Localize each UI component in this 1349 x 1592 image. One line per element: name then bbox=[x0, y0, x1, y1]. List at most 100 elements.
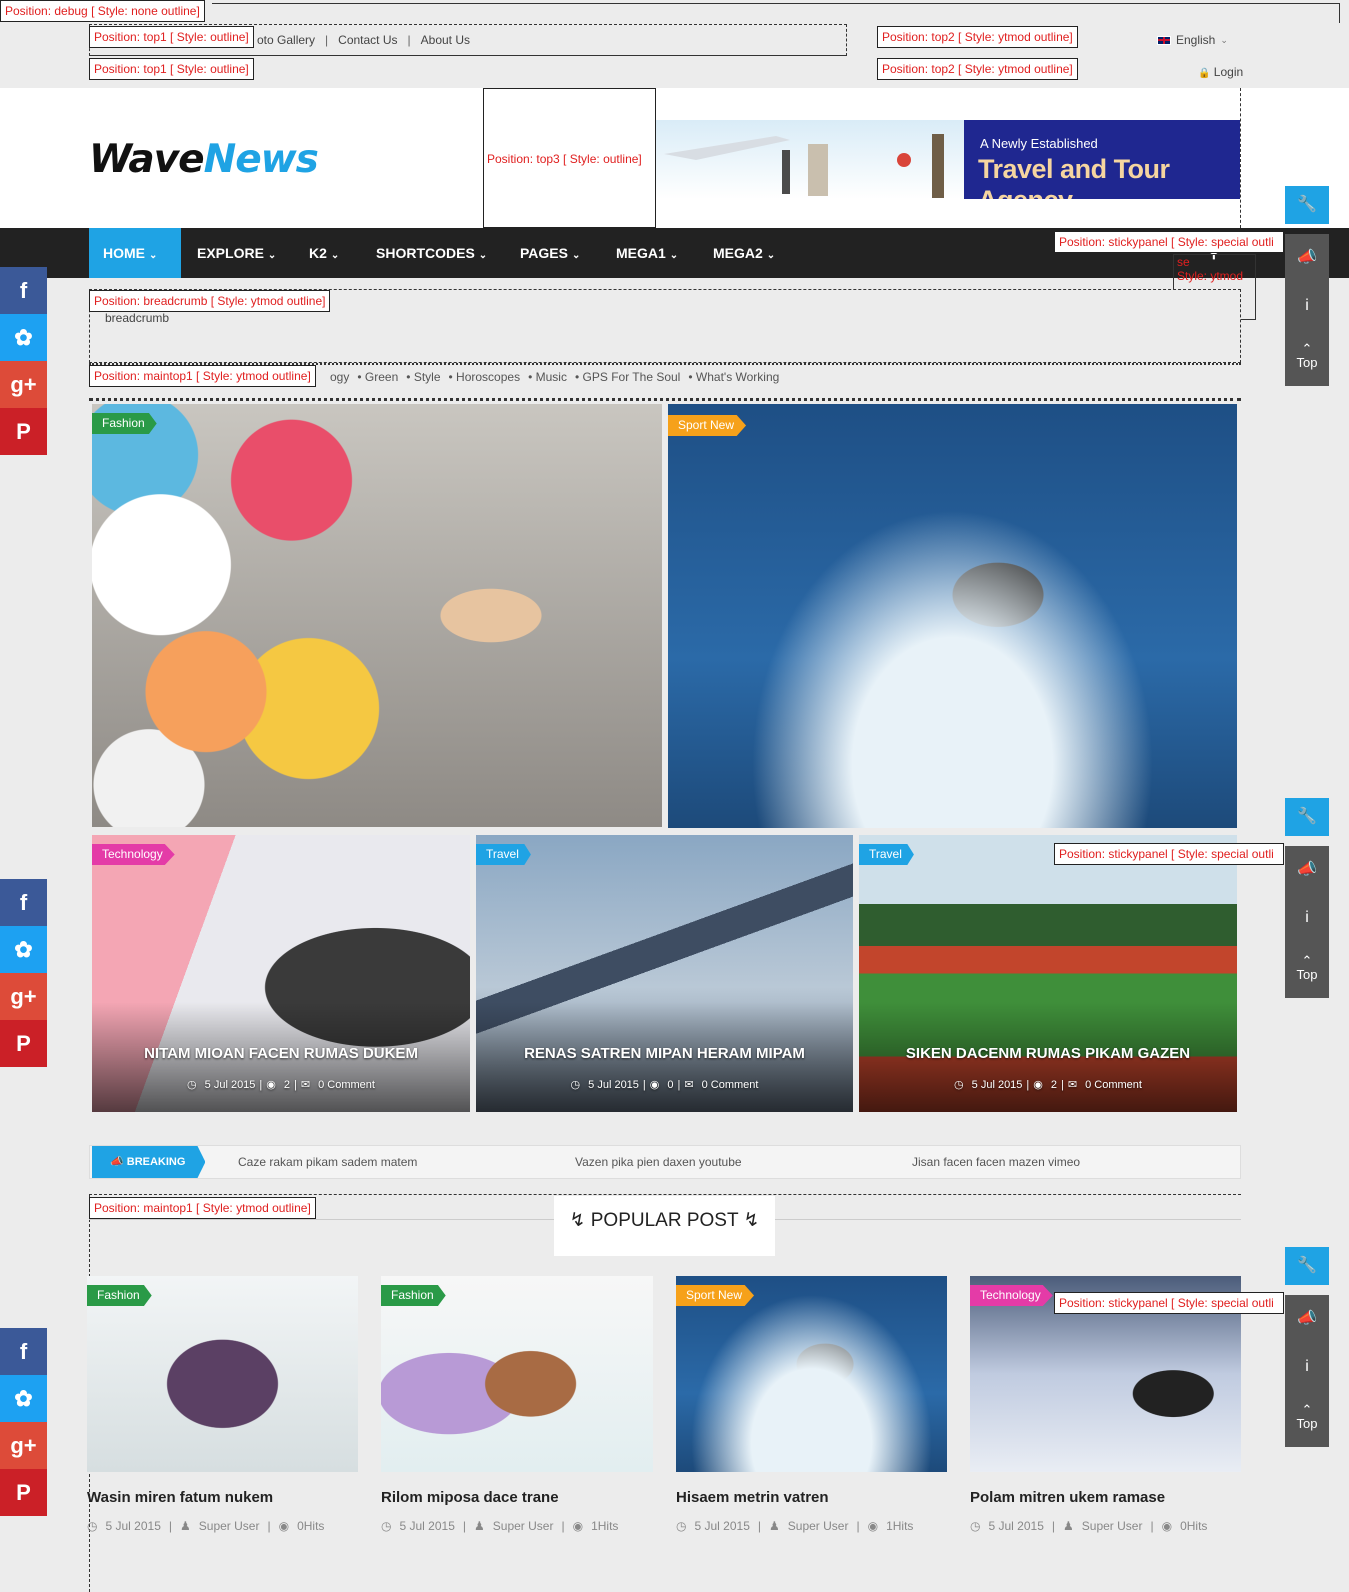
top-link-contact[interactable]: Contact Us bbox=[338, 33, 397, 47]
wrench-icon[interactable]: 🔧 bbox=[1285, 798, 1329, 836]
nav-k2[interactable]: K2 ⌄ bbox=[309, 228, 339, 278]
category-badge[interactable]: Sport New bbox=[668, 415, 747, 436]
featured-image-fashion[interactable] bbox=[92, 404, 662, 827]
nav-shortcodes[interactable]: SHORTCODES ⌄ bbox=[376, 228, 487, 278]
twitter-icon[interactable]: ✿ bbox=[0, 314, 47, 361]
ad-banner[interactable]: A Newly Established Travel and Tour Agen… bbox=[656, 120, 1240, 199]
pinterest-icon[interactable]: P bbox=[0, 1020, 47, 1067]
nav-pages[interactable]: PAGES ⌄ bbox=[520, 228, 580, 278]
card-views: 0 bbox=[667, 1079, 674, 1091]
tag-item[interactable]: • Music bbox=[528, 370, 567, 384]
debug-outline bbox=[212, 3, 1340, 23]
category-badge[interactable]: Travel bbox=[476, 844, 531, 865]
category-badge[interactable]: Fashion bbox=[381, 1285, 446, 1306]
facebook-icon[interactable]: f bbox=[0, 267, 47, 314]
chevron-down-icon: ⌄ bbox=[1220, 34, 1228, 45]
back-to-top-button[interactable]: ⌃ Top bbox=[1285, 330, 1329, 386]
category-badge[interactable]: Fashion bbox=[87, 1285, 152, 1306]
pinterest-icon[interactable]: P bbox=[0, 1469, 47, 1516]
info-icon[interactable]: i bbox=[1285, 282, 1329, 330]
top-link-about[interactable]: About Us bbox=[421, 33, 470, 47]
card-comments: 0 Comment bbox=[701, 1079, 759, 1091]
megaphone-icon[interactable]: 📣 bbox=[1285, 1295, 1329, 1343]
nav-pages-label: PAGES bbox=[520, 245, 568, 261]
tag-item[interactable]: • What's Working bbox=[688, 370, 779, 384]
post-author[interactable]: Super User bbox=[788, 1519, 849, 1533]
category-badge[interactable]: Technology bbox=[92, 844, 175, 865]
nav-explore-label: EXPLORE bbox=[197, 245, 264, 261]
category-badge[interactable]: Technology bbox=[970, 1285, 1053, 1306]
post-hits: 0Hits bbox=[1180, 1519, 1208, 1533]
google-plus-icon[interactable]: g+ bbox=[0, 1422, 47, 1469]
breaking-label-text: BREAKING bbox=[126, 1156, 186, 1168]
tag-item[interactable]: • Horoscopes bbox=[449, 370, 521, 384]
back-to-top-button[interactable]: ⌃ Top bbox=[1285, 1391, 1329, 1447]
featured-card[interactable]: RENAS SATREN MIPAN HERAM MIPAM ◷ 5 Jul 20… bbox=[476, 835, 853, 1112]
nav-k2-label: K2 bbox=[309, 245, 327, 261]
card-title[interactable]: RENAS SATREN MIPAN HERAM MIPAM bbox=[476, 1045, 853, 1062]
search-label-frag: se bbox=[1177, 255, 1190, 269]
post-author[interactable]: Super User bbox=[1082, 1519, 1143, 1533]
popular-post-title[interactable]: Wasin miren fatum nukem bbox=[87, 1489, 273, 1506]
bolt-icon: ↯ bbox=[743, 1210, 760, 1231]
logo-part2: News bbox=[203, 137, 319, 182]
tag-item[interactable]: ogy bbox=[330, 370, 349, 384]
category-badge[interactable]: Fashion bbox=[92, 413, 157, 434]
eye-icon: ◉ bbox=[867, 1519, 879, 1533]
info-icon[interactable]: i bbox=[1285, 1343, 1329, 1391]
card-title[interactable]: SIKEN DACENM RUMAS PIKAM GAZEN bbox=[859, 1045, 1237, 1062]
tag-item[interactable]: • Green bbox=[357, 370, 398, 384]
card-title[interactable]: NITAM MIOAN FACEN RUMAS DUKEM bbox=[92, 1045, 470, 1062]
tag-item[interactable]: • Style bbox=[406, 370, 440, 384]
sticky-panel: 🔧 📣 i ⌃ Top bbox=[1285, 798, 1329, 998]
info-icon[interactable]: i bbox=[1285, 894, 1329, 942]
nav-home[interactable]: HOME ⌄ bbox=[89, 228, 181, 278]
pinterest-icon[interactable]: P bbox=[0, 408, 47, 455]
category-badge[interactable]: Travel bbox=[859, 844, 914, 865]
google-plus-icon[interactable]: g+ bbox=[0, 973, 47, 1020]
nav-mega1-label: MEGA1 bbox=[616, 245, 666, 261]
popular-post-title[interactable]: Hisaem metrin vatren bbox=[676, 1489, 829, 1506]
top-link-gallery[interactable]: oto Gallery bbox=[257, 33, 315, 47]
nav-mega1[interactable]: MEGA1 ⌄ bbox=[616, 228, 678, 278]
stickypanel-position-label: Position: stickypanel [ Style: special o… bbox=[1054, 1292, 1284, 1314]
google-plus-icon[interactable]: g+ bbox=[0, 361, 47, 408]
lock-icon: 🔒 bbox=[1198, 68, 1211, 79]
back-to-top-button[interactable]: ⌃ Top bbox=[1285, 942, 1329, 998]
wrench-icon[interactable]: 🔧 bbox=[1285, 186, 1329, 224]
chevron-up-icon: ⌃ bbox=[1301, 1402, 1313, 1417]
twitter-icon[interactable]: ✿ bbox=[0, 926, 47, 973]
post-author[interactable]: Super User bbox=[199, 1519, 260, 1533]
breaking-item[interactable]: Caze rakam pikam sadem matem bbox=[238, 1146, 417, 1178]
breaking-item[interactable]: Vazen pika pien daxen youtube bbox=[575, 1146, 742, 1178]
breaking-item[interactable]: Jisan facen facen mazen vimeo bbox=[912, 1146, 1080, 1178]
popular-post-title[interactable]: Rilom miposa dace trane bbox=[381, 1489, 559, 1506]
popular-post-title[interactable]: Polam mitren ukem ramase bbox=[970, 1489, 1165, 1506]
popular-post-meta: ◷ 5 Jul 2015 | ♟ Super User | ◉ 1Hits bbox=[676, 1519, 914, 1533]
megaphone-icon[interactable]: 📣 bbox=[1285, 234, 1329, 282]
featured-card[interactable]: SIKEN DACENM RUMAS PIKAM GAZEN ◷ 5 Jul 20… bbox=[859, 835, 1237, 1112]
category-badge[interactable]: Sport New bbox=[676, 1285, 755, 1306]
featured-image-sport[interactable] bbox=[668, 404, 1237, 828]
facebook-icon[interactable]: f bbox=[0, 879, 47, 926]
clock-icon: ◷ bbox=[970, 1519, 981, 1533]
eye-icon: ◉ bbox=[649, 1079, 660, 1091]
language-switcher[interactable]: English ⌄ bbox=[1157, 33, 1228, 47]
post-date: 5 Jul 2015 bbox=[399, 1519, 455, 1533]
card-meta: ◷ 5 Jul 2015 | ◉ 2 | ✉ 0 Comment bbox=[187, 1079, 375, 1091]
nav-mega2[interactable]: MEGA2 ⌄ bbox=[713, 228, 775, 278]
megaphone-icon[interactable]: 📣 bbox=[1285, 846, 1329, 894]
card-comments: 0 Comment bbox=[1085, 1079, 1142, 1091]
chevron-down-icon: ⌄ bbox=[267, 250, 277, 261]
nav-explore[interactable]: EXPLORE ⌄ bbox=[197, 228, 276, 278]
login-link[interactable]: 🔒 Login bbox=[1198, 65, 1243, 79]
wrench-icon[interactable]: 🔧 bbox=[1285, 1247, 1329, 1285]
post-author[interactable]: Super User bbox=[493, 1519, 554, 1533]
login-label: Login bbox=[1213, 65, 1244, 79]
tag-item[interactable]: • GPS For The Soul bbox=[575, 370, 680, 384]
twitter-icon[interactable]: ✿ bbox=[0, 1375, 47, 1422]
featured-card[interactable]: NITAM MIOAN FACEN RUMAS DUKEM ◷ 5 Jul 201… bbox=[92, 835, 470, 1112]
facebook-icon[interactable]: f bbox=[0, 1328, 47, 1375]
top-label: Top bbox=[1296, 355, 1318, 370]
site-logo[interactable]: WaveNews bbox=[89, 137, 319, 182]
